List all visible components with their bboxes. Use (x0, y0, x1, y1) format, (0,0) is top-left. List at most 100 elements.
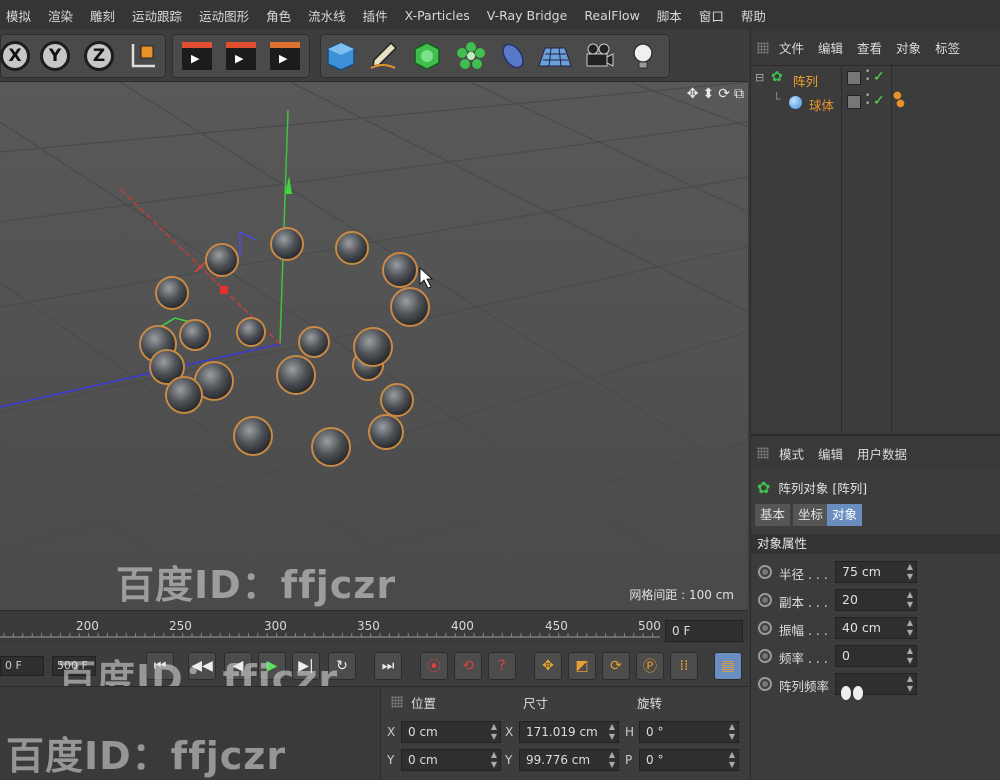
menu-render[interactable]: 渲染 (48, 6, 73, 25)
visibility-dots-icon[interactable]: • • (865, 68, 870, 85)
size-y-field[interactable]: 99.776 cm ▲ ▼ (519, 749, 619, 771)
obj-menu-object[interactable]: 对象 (896, 38, 921, 57)
obj-menu-view[interactable]: 查看 (857, 38, 882, 57)
menu-motion-tracking[interactable]: 运动跟踪 (132, 6, 182, 25)
light-button[interactable] (624, 36, 662, 76)
animate-radio-icon[interactable] (758, 677, 772, 691)
pan-icon[interactable]: ✥ (687, 86, 699, 102)
size-x-field[interactable]: 171.019 cm ▲ ▼ (519, 721, 619, 743)
visibility-dots-icon[interactable]: • • (865, 92, 870, 109)
floor-button[interactable] (536, 36, 574, 76)
tab-object[interactable]: 对象 (827, 504, 863, 526)
y-axis-lock-button[interactable]: Y (36, 36, 74, 76)
stepper-icon[interactable]: ▲ ▼ (907, 674, 913, 694)
stepper-icon[interactable]: ▲ ▼ (907, 618, 913, 638)
point-level-button[interactable]: ⁞⁞ (670, 652, 698, 680)
stepper-icon[interactable]: ▲ ▼ (609, 750, 615, 770)
render-settings-button[interactable] (266, 36, 304, 76)
tree-collapse-icon[interactable]: ⊟ (755, 71, 764, 84)
camera-button[interactable] (580, 36, 618, 76)
maximize-view-icon[interactable]: ⧉ (734, 86, 744, 102)
stepper-icon[interactable]: ▲ ▼ (729, 722, 735, 742)
stepper-icon[interactable]: ▲ ▼ (729, 750, 735, 770)
object-row-sphere[interactable]: └ 球体 • • ✓ ● ● (751, 91, 1000, 114)
cloner-button[interactable] (452, 36, 490, 76)
layer-swatch-icon[interactable] (847, 95, 861, 109)
rotate-camera-icon[interactable]: ⟳ (718, 86, 730, 102)
go-to-end-button[interactable]: ⏭ (374, 652, 402, 680)
menu-mograph[interactable]: 运动图形 (199, 6, 249, 25)
3d-viewport[interactable]: ✥ ⬍ ⟳ ⧉ 百度ID：ffjczr 网格间距 : 100 cm (0, 82, 748, 610)
object-name[interactable]: 球体 (809, 95, 834, 114)
render-picture-viewer-button[interactable] (222, 36, 260, 76)
menu-plugins[interactable]: 插件 (363, 6, 388, 25)
pos-x-field[interactable]: 0 cm ▲ ▼ (401, 721, 501, 743)
record-button[interactable]: ⦿ (420, 652, 448, 680)
menu-sculpt[interactable]: 雕刻 (90, 6, 115, 25)
y-axis-icon: Y (40, 41, 70, 71)
pos-y-field[interactable]: 0 cm ▲ ▼ (401, 749, 501, 771)
x-axis-lock-button[interactable]: X (0, 36, 34, 76)
menu-window[interactable]: 窗口 (699, 6, 724, 25)
prop-copies-field[interactable]: 20 ▲ ▼ (835, 589, 917, 611)
stepper-icon[interactable]: ▲ ▼ (491, 750, 497, 770)
prop-frequency-field[interactable]: 0 ▲ ▼ (835, 645, 917, 667)
keyframe-help-button[interactable]: ? (488, 652, 516, 680)
move-camera-icon[interactable]: ⬍ (703, 86, 715, 102)
animate-radio-icon[interactable] (758, 565, 772, 579)
coordinate-system-button[interactable] (124, 36, 162, 76)
subdivision-surface-button[interactable] (408, 36, 446, 76)
menu-help[interactable]: 帮助 (741, 6, 766, 25)
start-frame-field[interactable]: 0 F (0, 656, 44, 676)
menu-x-particles[interactable]: X-Particles (405, 8, 470, 23)
array-object-icon: ✿ (771, 69, 783, 85)
cube-button[interactable] (322, 36, 360, 76)
rot-h-value: 0 ° (646, 725, 664, 739)
timeline-window-button[interactable]: ▤ (714, 652, 742, 680)
stepper-icon[interactable]: ▲ ▼ (907, 562, 913, 582)
menu-simulate[interactable]: 模拟 (6, 6, 31, 25)
autokey-button[interactable]: ⟲ (454, 652, 482, 680)
animate-radio-icon[interactable] (758, 593, 772, 607)
animate-radio-icon[interactable] (758, 649, 772, 663)
menu-vray-bridge[interactable]: V-Ray Bridge (487, 8, 568, 23)
z-axis-lock-button[interactable]: Z (80, 36, 118, 76)
rot-p-field[interactable]: 0 ° ▲ ▼ (639, 749, 739, 771)
stepper-icon[interactable]: ▲ ▼ (609, 722, 615, 742)
tab-basic[interactable]: 基本 (755, 504, 791, 526)
timeline-ruler[interactable]: 200 250 300 350 400 450 500 (0, 610, 748, 644)
enabled-check-icon[interactable]: ✓ (873, 69, 885, 85)
tab-coordinates[interactable]: 坐标 (793, 504, 829, 526)
menu-pipeline[interactable]: 流水线 (308, 6, 346, 25)
current-frame-field[interactable]: 0 F (665, 620, 743, 642)
obj-menu-tags[interactable]: 标签 (935, 38, 960, 57)
deformer-button[interactable] (494, 36, 532, 76)
object-row-array[interactable]: ⊟ ✿ 阵列 • • ✓ (751, 68, 1000, 90)
move-key-button[interactable]: ✥ (534, 652, 562, 680)
rot-h-field[interactable]: 0 ° ▲ ▼ (639, 721, 739, 743)
scale-key-button[interactable]: ◩ (568, 652, 596, 680)
stepper-icon[interactable]: ▲ ▼ (907, 646, 913, 666)
render-view-button[interactable] (178, 36, 216, 76)
object-name[interactable]: 阵列 (793, 71, 818, 90)
menu-script[interactable]: 脚本 (657, 6, 682, 25)
obj-menu-file[interactable]: 文件 (779, 38, 804, 57)
parameter-key-button[interactable]: Ⓟ (636, 652, 664, 680)
pen-spline-button[interactable] (364, 36, 402, 76)
layer-swatch-icon[interactable] (847, 71, 861, 85)
animate-radio-icon[interactable] (758, 621, 772, 635)
attr-menu-user-data[interactable]: 用户数据 (857, 444, 907, 463)
obj-menu-edit[interactable]: 编辑 (818, 38, 843, 57)
material-tag-icon[interactable]: ● ● (893, 91, 905, 109)
enabled-check-icon[interactable]: ✓ (873, 93, 885, 109)
rotate-key-button[interactable]: ⟳ (602, 652, 630, 680)
stepper-icon[interactable]: ▲ ▼ (491, 722, 497, 742)
z-axis-handle[interactable] (220, 286, 228, 294)
prop-radius-field[interactable]: 75 cm ▲ ▼ (835, 561, 917, 583)
attr-menu-edit[interactable]: 编辑 (818, 444, 843, 463)
prop-amplitude-field[interactable]: 40 cm ▲ ▼ (835, 617, 917, 639)
menu-realflow[interactable]: RealFlow (584, 8, 639, 23)
attr-menu-mode[interactable]: 模式 (779, 444, 804, 463)
stepper-icon[interactable]: ▲ ▼ (907, 590, 913, 610)
menu-character[interactable]: 角色 (266, 6, 291, 25)
